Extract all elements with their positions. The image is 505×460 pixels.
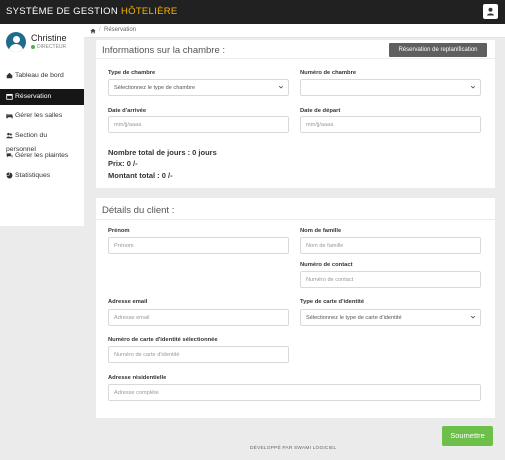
user-role: DIRECTEUR: [31, 44, 66, 50]
address-label: Adresse résidentielle: [108, 375, 167, 381]
last-name-label: Nom de famille: [300, 228, 342, 234]
id-type-select[interactable]: Sélectionnez le type de carte d'identité: [300, 309, 481, 326]
email-input[interactable]: Adresse email: [108, 309, 289, 326]
arrival-date-input[interactable]: mm/jj/aaaa: [108, 116, 289, 133]
user-name: Christine: [31, 33, 67, 43]
departure-date-placeholder: mm/jj/aaaa: [306, 121, 334, 128]
id-number-input[interactable]: Numéro de carte d'identité: [108, 346, 289, 363]
divider: [96, 58, 495, 59]
chevron-down-icon: [470, 85, 476, 89]
contact-number-placeholder: Numéro de contact: [306, 276, 354, 283]
room-info-title: Informations sur la chambre :: [102, 45, 226, 56]
client-details-title: Détails du client :: [102, 205, 175, 216]
room-type-label: Type de chambre: [108, 70, 156, 76]
first-name-label: Prénom: [108, 228, 130, 234]
reschedule-button[interactable]: Réservation de replanification: [389, 43, 487, 57]
client-details-card: Détails du client : Prénom Prénom Nom de…: [96, 198, 495, 418]
sidebar: Christine DIRECTEUR Tableau de bord Rése…: [0, 24, 84, 226]
app-title-main: SYSTÈME DE GESTION: [6, 6, 121, 17]
contact-number-input[interactable]: Numéro de contact: [300, 271, 481, 288]
id-number-placeholder: Numéro de carte d'identité: [114, 351, 180, 358]
id-number-label: Numéro de carte d'identité sélectionnée: [108, 337, 218, 343]
users-icon: [6, 132, 13, 139]
comments-icon: [6, 153, 13, 158]
room-type-selected: Sélectionnez le type de chambre: [114, 84, 196, 91]
room-type-select[interactable]: Sélectionnez le type de chambre: [108, 79, 289, 96]
id-type-selected: Sélectionnez le type de carte d'identité: [306, 314, 402, 321]
user-menu-button[interactable]: [483, 4, 498, 19]
last-name-input[interactable]: Nom de famille: [300, 237, 481, 254]
home-icon[interactable]: [90, 28, 96, 34]
chevron-down-icon: [470, 315, 476, 319]
sidebar-item-label: Gérer les salles: [15, 112, 63, 119]
sidebar-item-reservation[interactable]: Réservation: [0, 89, 84, 105]
contact-number-label: Numéro de contact: [300, 262, 353, 268]
submit-button[interactable]: Soumettre: [442, 426, 493, 446]
calendar-icon: [6, 93, 13, 100]
total-days: Nombre total de jours : 0 jours: [108, 148, 217, 157]
email-placeholder: Adresse email: [114, 314, 150, 321]
footer-text: DÉVELOPPÉ PAR SWAMI LOGICIEL: [250, 446, 337, 451]
breadcrumb-separator: /: [99, 27, 101, 33]
sidebar-item-label: Statistiques: [15, 172, 51, 179]
room-info-card: Informations sur la chambre : Réservatio…: [96, 40, 495, 188]
chevron-down-icon: [278, 85, 284, 89]
user-avatar-icon: [6, 32, 26, 52]
first-name-input[interactable]: Prénom: [108, 237, 289, 254]
sidebar-item-staff[interactable]: Section du personnel: [0, 132, 84, 153]
departure-date-input[interactable]: mm/jj/aaaa: [300, 116, 481, 133]
total-amount: Montant total : 0 /-: [108, 171, 173, 180]
app-title-accent: HÔTELIÈRE: [120, 6, 178, 17]
arrival-date-placeholder: mm/jj/aaaa: [114, 121, 142, 128]
user-icon: [487, 7, 494, 16]
id-type-label: Type de carte d'identité: [300, 299, 365, 305]
room-number-label: Numéro de chambre: [300, 70, 357, 76]
bed-icon: [6, 114, 13, 119]
price: Prix: 0 /-: [108, 159, 138, 168]
email-label: Adresse email: [108, 299, 148, 305]
chart-icon: [6, 172, 13, 179]
departure-date-label: Date de départ: [300, 108, 341, 114]
top-bar: SYSTÈME DE GESTION HÔTELIÈRE: [0, 0, 505, 24]
breadcrumb-current: Réservation: [104, 27, 137, 33]
arrival-date-label: Date d'arrivée: [108, 108, 147, 114]
address-placeholder: Adresse complète: [114, 389, 159, 396]
divider: [96, 219, 495, 220]
sidebar-item-label: Réservation: [15, 93, 52, 100]
sidebar-item-label: Tableau de bord: [15, 72, 64, 79]
sidebar-item-label: Gérer les plaintes: [15, 152, 69, 159]
online-status-icon: [31, 44, 35, 49]
app-title[interactable]: SYSTÈME DE GESTION HÔTELIÈRE: [6, 6, 178, 17]
last-name-placeholder: Nom de famille: [306, 242, 344, 249]
sidebar-item-label: Section du: [15, 132, 48, 139]
room-number-select[interactable]: [300, 79, 481, 96]
first-name-placeholder: Prénom: [114, 242, 134, 249]
address-input[interactable]: Adresse complète: [108, 384, 481, 401]
breadcrumb: / Réservation: [84, 24, 505, 38]
dashboard-icon: [6, 72, 13, 79]
